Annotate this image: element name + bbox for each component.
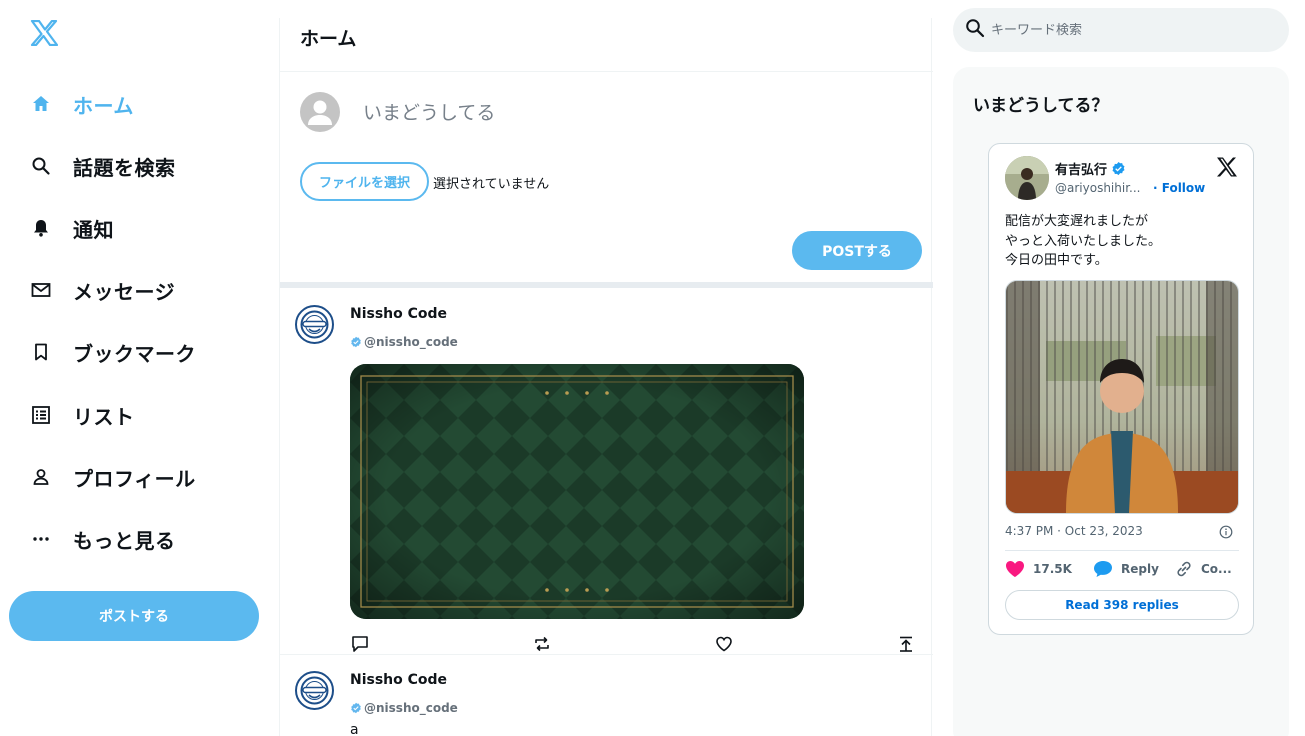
search-icon [965,18,985,42]
embed-copy-button[interactable]: Co... [1175,560,1232,578]
embed-tweet-text: 配信が大変遅れましたが やっと入荷いたしました。 今日の田中です。 [1005,212,1161,271]
embed-text-line: 今日の田中です。 [1005,253,1108,268]
nav-profile-label: プロフィール [73,466,196,491]
embed-author-handle: @ariyoshihir... [1055,181,1141,195]
compose-post-button[interactable]: POSTする [792,231,922,270]
nav-messages[interactable]: メッセージ [30,270,175,310]
nav-explore[interactable]: 話題を検索 [30,146,176,186]
like-icon[interactable] [714,634,734,654]
trend-panel-title: いまどうしてる？ [973,96,1109,116]
link-icon [1177,561,1191,577]
user-icon [30,466,52,488]
share-icon[interactable] [896,634,916,654]
embed-copy-label: Co... [1201,562,1232,576]
post-handle-text: @nissho_code [364,335,458,349]
compose-input[interactable]: いまどうしてる [363,98,495,125]
compose-box: いまどうしてる ファイルを選択 選択されていません POSTする [280,72,933,282]
reply-bubble-icon [1094,561,1112,577]
x-logo-icon[interactable] [30,19,59,47]
nav-lists-label: リスト [73,404,135,429]
nav-home[interactable]: ホーム [30,84,134,124]
post-handle-text: @nissho_code [364,701,458,715]
verified-badge-icon [351,336,361,348]
bell-icon [30,217,52,239]
main-timeline: ホーム いまどうしてる ファイルを選択 選択されていません POSTする Nis… [279,18,933,736]
search-box[interactable] [953,8,1289,52]
embed-photo[interactable] [1005,280,1239,514]
embed-like-count: 17.5K [1033,562,1072,576]
reply-icon[interactable] [350,634,370,654]
nav-more-label: もっと見る [73,528,176,553]
post-item[interactable]: Nissho Code @nissho_code a [280,655,933,736]
embed-like-button[interactable]: 17.5K [1005,560,1072,578]
sidebar-post-button[interactable]: ポストする [9,591,259,641]
more-icon [30,528,52,550]
info-icon[interactable] [1219,524,1233,539]
laughing-man-logo-icon [300,310,329,339]
post-author-handle: @nissho_code [350,335,458,349]
nav-profile[interactable]: プロフィール [30,457,196,497]
verified-badge-icon [1112,161,1125,176]
nav-notifications-label: 通知 [73,217,114,242]
repost-icon[interactable] [532,634,552,654]
read-replies-button[interactable]: Read 398 replies [1005,590,1239,620]
nav-more[interactable]: もっと見る [30,519,176,559]
nav-notifications[interactable]: 通知 [30,208,114,248]
nav-bookmarks[interactable]: ブックマーク [30,332,196,372]
avatar [300,92,340,132]
nav-home-label: ホーム [73,93,134,118]
person-avatar-image [1005,156,1049,200]
search-icon [30,155,52,177]
nav-explore-label: 話題を検索 [73,155,176,180]
post-author-handle: @nissho_code [350,701,458,715]
embed-text-line: 配信が大変遅れましたが [1005,214,1149,229]
main-header: ホーム [280,18,933,72]
mail-icon [30,279,52,301]
embed-timestamp[interactable]: 4:37 PM · Oct 23, 2023 [1005,524,1143,538]
bookmark-icon [30,341,52,363]
list-icon [30,404,52,426]
post-avatar[interactable] [295,305,334,344]
file-select-button[interactable]: ファイルを選択 [300,162,429,201]
embed-avatar[interactable] [1005,156,1049,200]
nav-lists[interactable]: リスト [30,395,135,435]
post-item[interactable]: Nissho Code @nissho_code [280,288,933,655]
post-text: a [350,722,359,736]
left-sidebar: ホーム 話題を検索 通知 メッセージ ブックマーク リスト プロフィール もっと… [0,0,279,736]
post-avatar[interactable] [295,671,334,710]
man-in-orange-jacket-photo [1006,281,1238,513]
default-avatar-icon [308,100,332,125]
nav-messages-label: メッセージ [73,279,176,304]
page-title: ホーム [300,28,357,50]
embed-author-name[interactable]: 有吉弘行 [1055,159,1126,178]
embed-text-line: やっと入荷いたしました。 [1005,233,1162,249]
embed-divider [1005,550,1239,551]
search-input[interactable] [991,22,1271,38]
green-diamond-card-image [350,364,804,619]
embed-name-text: 有吉弘行 [1055,163,1108,178]
post-author-name[interactable]: Nissho Code [350,306,447,322]
trend-panel: いまどうしてる？ 有吉弘行 @ariyoshihir... · Follow 配… [953,67,1289,736]
embed-reply-label: Reply [1121,562,1159,576]
embedded-tweet[interactable]: 有吉弘行 @ariyoshihir... · Follow 配信が大変遅れました… [988,143,1254,635]
post-image[interactable] [350,364,804,619]
laughing-man-logo-icon [300,676,329,705]
embed-reply-button[interactable]: Reply [1093,560,1159,578]
nav-bookmarks-label: ブックマーク [73,341,196,366]
file-status-text: 選択されていません [433,177,550,192]
heart-icon [1006,561,1024,577]
home-icon [30,93,52,115]
verified-badge-icon [351,702,361,714]
post-author-name[interactable]: Nissho Code [350,672,447,688]
x-logo-icon[interactable] [1216,157,1238,177]
follow-link[interactable]: · Follow [1153,181,1205,195]
